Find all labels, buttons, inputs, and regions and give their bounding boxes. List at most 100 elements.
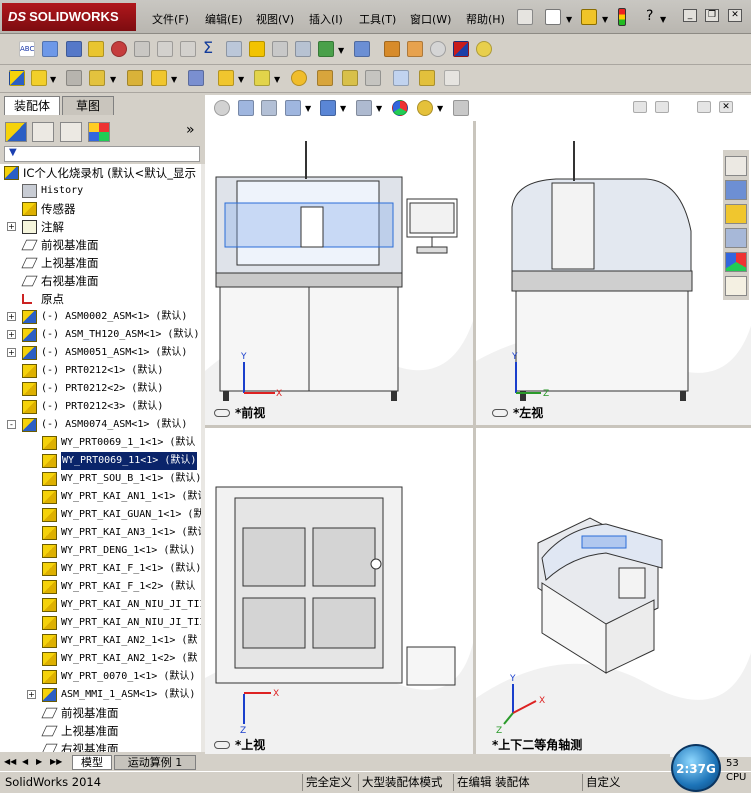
tree-item[interactable]: History — [0, 182, 205, 200]
tree-item[interactable]: 右视基准面 — [0, 740, 205, 752]
menu-file[interactable]: 文件(F) — [152, 11, 189, 27]
close-button[interactable]: ✕ — [719, 101, 733, 113]
tree-item[interactable]: WY_PRT_KAI_AN_NIU_JI_TII — [0, 596, 205, 614]
configurationmanager-icon[interactable] — [60, 122, 82, 142]
view-palette-icon[interactable] — [725, 228, 747, 248]
tree-item[interactable]: WY_PRT_KAI_GUAN_1<1> (默 — [0, 506, 205, 524]
tree-item[interactable]: WY_PRT_KAI_AN2_1<1> (默 — [0, 632, 205, 650]
restore-button[interactable] — [697, 101, 711, 113]
display-style-icon[interactable] — [356, 100, 372, 116]
new-part-icon[interactable] — [31, 70, 47, 86]
tree-item[interactable]: 前视基准面 — [0, 704, 205, 722]
chevron-down-icon[interactable]: ▼ — [602, 15, 608, 24]
solidworks-logo[interactable]: DS SOLIDWORKS — [2, 3, 136, 31]
sum-icon[interactable]: Σ — [203, 40, 219, 56]
table-icon[interactable] — [354, 41, 370, 57]
file-explorer-icon[interactable] — [725, 204, 747, 224]
funnel-icon[interactable]: ▼ — [9, 147, 17, 158]
measure-icon[interactable] — [226, 41, 242, 57]
chevron-down-icon[interactable]: ▼ — [566, 15, 572, 24]
new-motion-study-icon[interactable] — [291, 70, 307, 86]
hole-icon[interactable] — [295, 41, 311, 57]
viewport-top[interactable]: Z X *上视 — [205, 428, 473, 757]
gauge-widget[interactable]: 2:37G — [671, 744, 721, 792]
expand-icon[interactable]: + — [7, 348, 16, 357]
chevron-down-icon[interactable]: ▼ — [238, 75, 244, 84]
new-document-icon[interactable] — [545, 9, 561, 25]
zoom-to-fit-icon[interactable] — [214, 100, 230, 116]
chevron-down-icon[interactable]: ▼ — [50, 75, 56, 84]
chevron-down-icon[interactable]: ▼ — [305, 104, 311, 113]
tree-item[interactable]: IC个人化烧录机 (默认<默认_显示 — [0, 164, 205, 182]
check-icon[interactable] — [42, 41, 58, 57]
tree-item[interactable]: WY_PRT_0070_1<1> (默认) — [0, 668, 205, 686]
insert-component-icon[interactable] — [9, 70, 25, 86]
show-hidden-icon[interactable] — [188, 70, 204, 86]
assembly-features-icon[interactable] — [218, 70, 234, 86]
tree-item[interactable]: WY_PRT_KAI_AN3_1<1> (默认 — [0, 524, 205, 542]
menu-tools[interactable]: 工具(T) — [359, 11, 396, 27]
tree-item[interactable]: WY_PRT_KAI_AN2_1<2> (默 — [0, 650, 205, 668]
chevron-down-icon[interactable]: ▼ — [660, 15, 666, 24]
featuremanager-icon[interactable] — [5, 122, 27, 142]
displaymanager-icon[interactable] — [88, 122, 110, 142]
spell-check-icon[interactable]: ABC — [19, 41, 35, 57]
expand-icon[interactable]: + — [7, 222, 16, 231]
tree-item[interactable]: + (-) ASM0051_ASM<1> (默认) — [0, 344, 205, 362]
view-settings-icon[interactable] — [453, 100, 469, 116]
tree-item[interactable]: + 注解 — [0, 218, 205, 236]
paperclip-icon[interactable] — [66, 70, 82, 86]
tree-item[interactable]: WY_PRT_KAI_F_1<1> (默认) — [0, 560, 205, 578]
feature-tree[interactable]: IC个人化烧录机 (默认<默认_显示 History 传感器 + 注解 前视基准面 上视基准… — [0, 164, 205, 752]
folder-check-icon[interactable] — [88, 41, 104, 57]
tree-item[interactable]: WY_PRT_DENG_1<1> (默认) — [0, 542, 205, 560]
scroll-next-icon[interactable]: ▶ — [36, 757, 42, 766]
explode-icon[interactable] — [384, 41, 400, 57]
tree-item[interactable]: WY_PRT_KAI_F_1<2> (默认 — [0, 578, 205, 596]
expand-icon[interactable]: + — [7, 330, 16, 339]
tab-motion-study[interactable]: 运动算例 1 — [114, 755, 196, 770]
restore-button[interactable]: ❐ — [705, 9, 719, 22]
chevron-down-icon[interactable]: ▼ — [338, 46, 344, 55]
tree-item[interactable]: 上视基准面 — [0, 254, 205, 272]
expand-icon[interactable]: + — [27, 690, 36, 699]
instant3d-icon[interactable] — [393, 70, 409, 86]
warning-icon[interactable] — [249, 41, 265, 57]
tree-item[interactable]: 前视基准面 — [0, 236, 205, 254]
color-icon[interactable] — [453, 41, 469, 57]
tree-item[interactable]: 原点 — [0, 290, 205, 308]
tree-item[interactable]: WY_PRT0069_1_1<1> (默认 — [0, 434, 205, 452]
balance-icon[interactable] — [66, 41, 82, 57]
tree-item[interactable]: 上视基准面 — [0, 722, 205, 740]
graphics-area[interactable]: ▼ ▼ ▼ ▼ ✕ Y X *前视 Y Z *左视 Z X *上视 Y X Z … — [205, 95, 751, 757]
expand-icon[interactable]: + — [7, 312, 16, 321]
chevron-down-icon[interactable]: ▼ — [274, 75, 280, 84]
traffic-light-icon[interactable] — [618, 8, 626, 26]
gauge-icon[interactable] — [111, 41, 127, 57]
view-orientation-icon[interactable] — [320, 100, 336, 116]
tab-model[interactable]: 模型 — [72, 755, 112, 770]
tab-assembly[interactable]: 装配体 — [4, 96, 60, 115]
menu-window[interactable]: 窗口(W) — [410, 11, 451, 27]
design-library-icon[interactable] — [725, 180, 747, 200]
menu-edit[interactable]: 编辑(E) — [205, 11, 243, 27]
tree-item[interactable]: + ASM_MMI_1_ASM<1> (默认) — [0, 686, 205, 704]
smart-fastener-icon[interactable] — [127, 70, 143, 86]
open-file-icon[interactable] — [581, 9, 597, 25]
propertymanager-icon[interactable] — [32, 122, 54, 142]
collapse-icon[interactable]: - — [7, 420, 16, 429]
tree-item[interactable]: WY_PRT0069_11<1> (默认) — [0, 452, 205, 470]
minimize-button[interactable]: _ — [683, 9, 697, 22]
chevron-down-icon[interactable]: ▼ — [340, 104, 346, 113]
chevron-down-icon[interactable]: ▼ — [171, 75, 177, 84]
bill-of-materials-icon[interactable] — [317, 70, 333, 86]
tree-item[interactable]: (-) PRT0212<2> (默认) — [0, 380, 205, 398]
chevron-down-icon[interactable]: ▼ — [110, 75, 116, 84]
viewport-front[interactable]: Y X *前视 — [205, 121, 473, 425]
reference-geometry-icon[interactable] — [254, 70, 270, 86]
home-icon[interactable] — [725, 156, 747, 176]
exploded-view-icon[interactable] — [342, 70, 358, 86]
previous-view-icon[interactable] — [261, 100, 277, 116]
expand-panel-icon[interactable]: » — [186, 122, 195, 138]
tree-item[interactable]: WY_PRT_SOU_B_1<1> (默认) — [0, 470, 205, 488]
